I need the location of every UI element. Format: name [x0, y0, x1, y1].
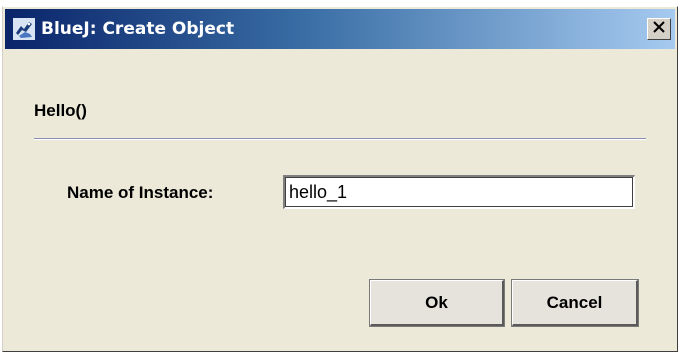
title-bar[interactable]: BlueJ: Create Object [5, 9, 675, 49]
separator-line [34, 138, 646, 140]
method-signature: Hello() [34, 101, 87, 120]
instance-name-label: Name of Instance: [67, 183, 214, 202]
dialog-content: Hello() Name of Instance: Ok Cancel [3, 51, 677, 351]
cancel-button[interactable]: Cancel [511, 279, 639, 327]
instance-name-input[interactable] [283, 175, 635, 209]
close-button[interactable] [647, 18, 671, 40]
create-object-dialog: BlueJ: Create Object Hello() Name of Ins… [2, 6, 678, 352]
window-title: BlueJ: Create Object [41, 19, 235, 39]
bluej-bird-icon [13, 18, 35, 40]
ok-button[interactable]: Ok [369, 279, 505, 327]
close-icon [653, 20, 665, 38]
